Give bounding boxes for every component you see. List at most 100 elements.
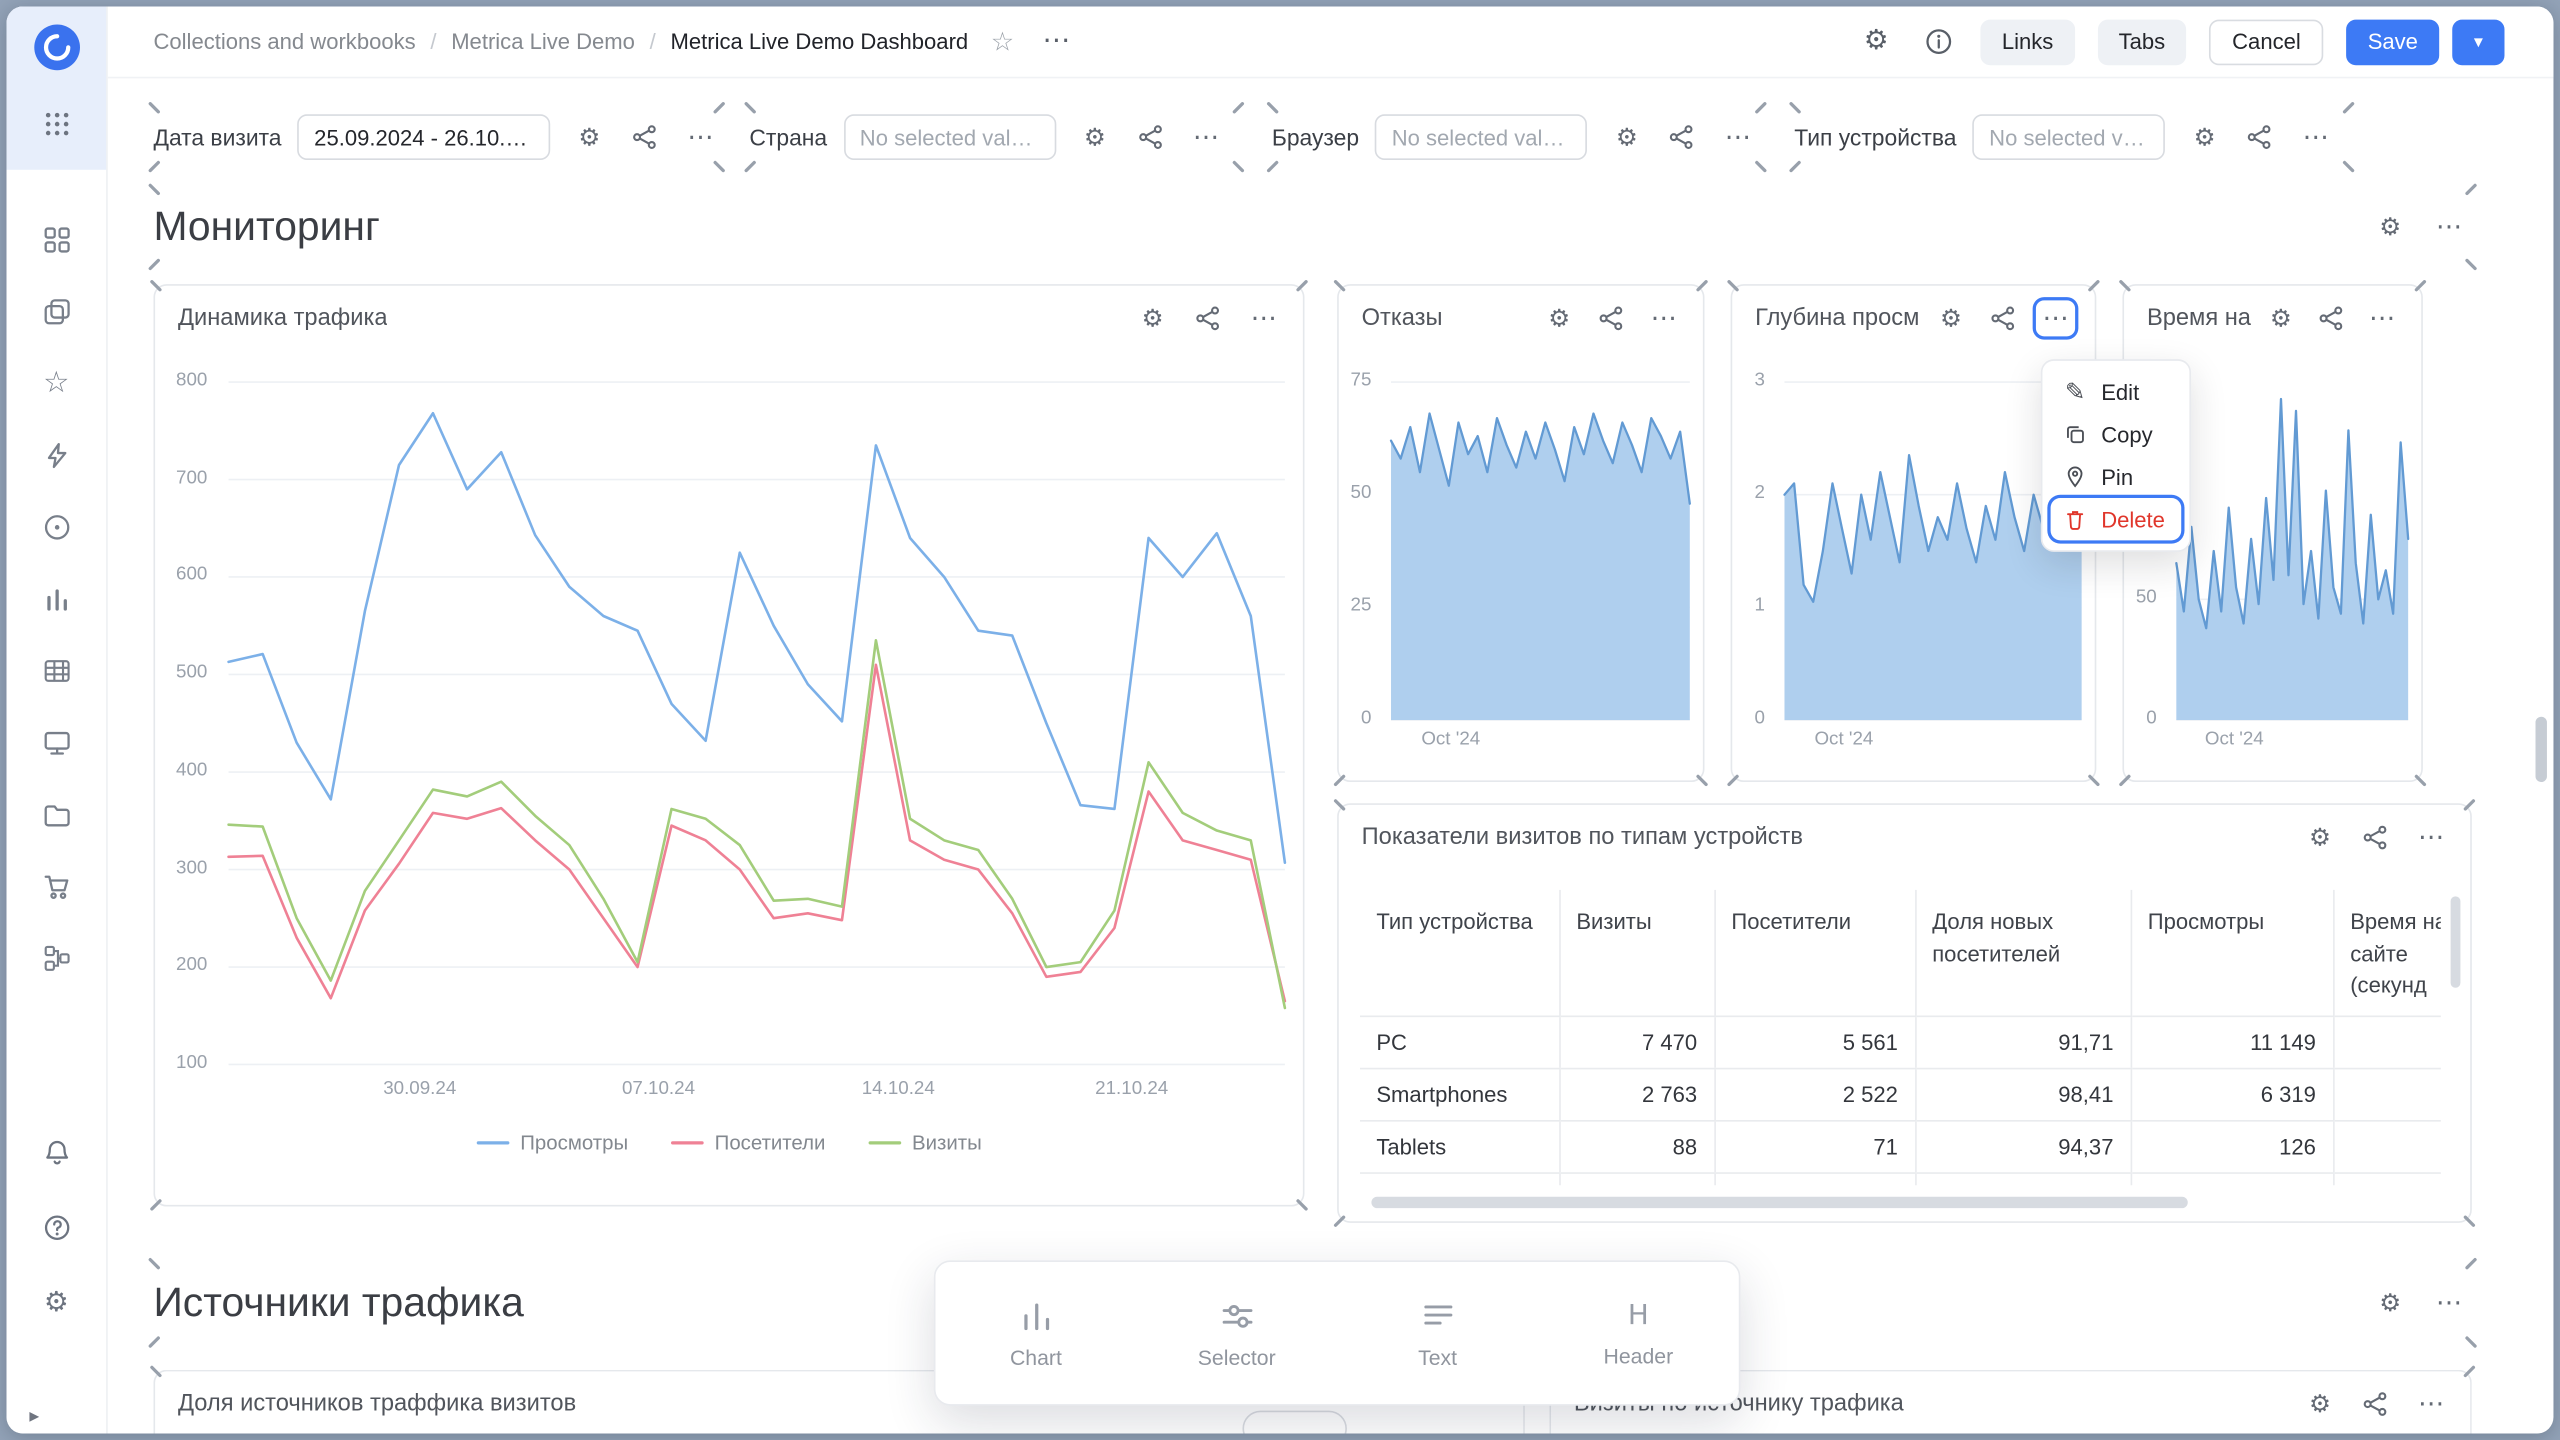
sidebar-item-favorites[interactable]: ☆ (38, 366, 74, 402)
resize-handle[interactable] (2088, 279, 2101, 292)
resize-handle[interactable] (2088, 774, 2101, 787)
resize-handle[interactable] (2465, 183, 2478, 196)
resize-handle[interactable] (2465, 1257, 2478, 1270)
widget-relations-icon[interactable] (1663, 119, 1702, 155)
sidebar-item-dashboards[interactable] (38, 222, 74, 258)
widget-more-icon[interactable]: ⋯ (1718, 119, 1757, 155)
widget-relations-icon[interactable] (1592, 300, 1631, 336)
table-header-cell[interactable]: Просмотры (2131, 890, 2333, 1016)
chart-plot[interactable] (1784, 382, 2081, 720)
resize-handle[interactable] (148, 1336, 161, 1349)
widget-more-icon[interactable]: ⋯ (2362, 300, 2401, 336)
resize-handle[interactable] (1754, 160, 1767, 173)
widget-relations-icon[interactable] (1984, 300, 2023, 336)
resize-handle[interactable] (2119, 279, 2132, 292)
widget-settings-gear-icon[interactable]: ⚙ (1931, 300, 1970, 336)
breadcrumb-item[interactable]: Metrica Live Demo (451, 29, 635, 53)
resize-handle[interactable] (1333, 279, 1346, 292)
resize-handle[interactable] (2465, 258, 2478, 271)
sidebar-item-charts[interactable] (38, 581, 74, 617)
resize-handle[interactable] (2463, 799, 2476, 812)
save-button[interactable]: Save (2346, 19, 2439, 65)
resize-handle[interactable] (150, 279, 163, 292)
widget-settings-gear-icon[interactable]: ⚙ (2185, 119, 2224, 155)
menu-item-copy[interactable]: Copy (2051, 413, 2182, 455)
resize-handle[interactable] (1296, 279, 1309, 292)
resize-handle[interactable] (1754, 101, 1767, 114)
legend-item[interactable]: Просмотры (476, 1131, 628, 1154)
resize-handle[interactable] (148, 101, 161, 114)
resize-handle[interactable] (148, 258, 161, 271)
info-icon[interactable] (1919, 22, 1958, 61)
widget-settings-gear-icon[interactable]: ⚙ (1075, 119, 1114, 155)
resize-handle[interactable] (1696, 774, 1709, 787)
widget-settings-gear-icon[interactable]: ⚙ (2371, 209, 2410, 245)
links-button[interactable]: Links (1981, 19, 2075, 65)
resize-handle[interactable] (148, 160, 161, 173)
resize-handle[interactable] (1333, 799, 1346, 812)
device-type-select[interactable]: No selected values (1973, 114, 2166, 160)
toolbar-add-header[interactable]: H Header (1538, 1299, 1739, 1368)
resize-handle[interactable] (2119, 774, 2132, 787)
breadcrumb-more-icon[interactable]: ⋯ (1037, 22, 1076, 61)
resize-handle[interactable] (1789, 101, 1802, 114)
menu-item-pin[interactable]: Pin (2051, 456, 2182, 498)
widget-settings-gear-icon[interactable]: ⚙ (2371, 1285, 2410, 1321)
resize-handle[interactable] (2342, 101, 2355, 114)
widget-relations-icon[interactable] (625, 119, 664, 155)
sidebar-item-presentations[interactable] (38, 725, 74, 761)
resize-handle[interactable] (2463, 1365, 2476, 1378)
widget-more-icon[interactable]: ⋯ (1244, 300, 1283, 336)
resize-handle[interactable] (1333, 1215, 1346, 1228)
resize-handle[interactable] (1266, 160, 1279, 173)
notifications-bell-icon[interactable] (37, 1133, 76, 1172)
widget-more-icon-focused[interactable]: ⋯ (2036, 300, 2075, 336)
resize-handle[interactable] (744, 101, 757, 114)
sidebar-item-marketplace[interactable] (38, 869, 74, 905)
widget-more-icon[interactable]: ⋯ (2296, 119, 2335, 155)
toolbar-add-selector[interactable]: Selector (1136, 1297, 1337, 1369)
widget-settings-gear-icon[interactable]: ⚙ (1540, 300, 1579, 336)
legend-item[interactable]: Посетители (671, 1131, 826, 1154)
sidebar-item-tables[interactable] (38, 653, 74, 689)
resize-handle[interactable] (713, 101, 726, 114)
vertical-scrollbar[interactable] (2536, 717, 2547, 782)
resize-handle[interactable] (150, 1365, 163, 1378)
resize-handle[interactable] (2342, 160, 2355, 173)
widget-more-icon[interactable]: ⋯ (1644, 300, 1683, 336)
widget-more-icon[interactable]: ⋯ (2411, 820, 2450, 856)
country-select[interactable]: No selected values (843, 114, 1055, 160)
resize-handle[interactable] (150, 1199, 163, 1212)
widget-relations-icon[interactable] (2356, 820, 2395, 856)
resize-handle[interactable] (2463, 1215, 2476, 1228)
widget-settings-gear-icon[interactable]: ⚙ (1607, 119, 1646, 155)
widget-more-icon[interactable]: ⋯ (2411, 1386, 2450, 1422)
resize-handle[interactable] (1333, 774, 1346, 787)
menu-item-delete[interactable]: Delete (2051, 498, 2182, 540)
widget-settings-gear-icon[interactable]: ⚙ (1133, 300, 1172, 336)
resize-handle[interactable] (1696, 279, 1709, 292)
resize-handle[interactable] (2414, 279, 2427, 292)
chart-plot[interactable] (1391, 382, 1690, 720)
widget-relations-icon[interactable] (2356, 1386, 2395, 1422)
widget-relations-icon[interactable] (2241, 119, 2280, 155)
date-range-input[interactable]: 25.09.2024 - 26.10.2024 (298, 114, 550, 160)
table-vertical-scrollbar[interactable] (2451, 896, 2461, 987)
resize-handle[interactable] (2414, 774, 2427, 787)
resize-handle[interactable] (713, 160, 726, 173)
browser-select[interactable]: No selected values (1375, 114, 1587, 160)
widget-relations-icon[interactable] (2312, 300, 2351, 336)
resize-handle[interactable] (1232, 160, 1245, 173)
resize-handle[interactable] (744, 160, 757, 173)
resize-handle[interactable] (1789, 160, 1802, 173)
chart-plot[interactable] (229, 382, 1285, 1064)
table-header-cell[interactable]: Тип устройства (1360, 890, 1559, 1016)
widget-settings-gear-icon[interactable]: ⚙ (2300, 1386, 2339, 1422)
hidden-control-partial[interactable] (1242, 1411, 1346, 1434)
help-icon[interactable] (37, 1208, 76, 1247)
sidebar-item-services[interactable] (38, 509, 74, 545)
toolbar-add-text[interactable]: Text (1337, 1297, 1538, 1369)
widget-relations-icon[interactable] (1189, 300, 1228, 336)
resize-handle[interactable] (2465, 1336, 2478, 1349)
dashboard-settings-gear-icon[interactable]: ⚙ (1857, 22, 1896, 61)
